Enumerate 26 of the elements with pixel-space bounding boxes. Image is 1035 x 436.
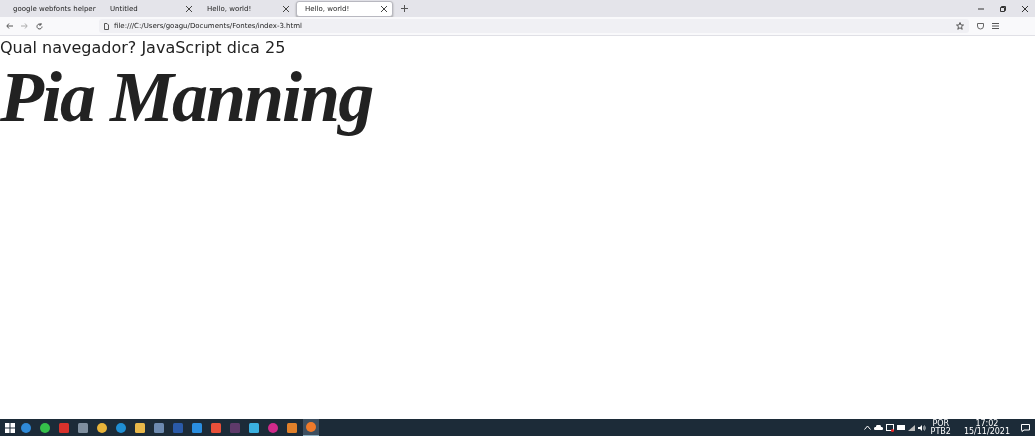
page-icon: [104, 22, 109, 30]
cloud-icon[interactable]: [873, 425, 883, 430]
windows-start-icon[interactable]: [5, 422, 15, 433]
back-icon[interactable]: [6, 23, 13, 29]
speaker-icon[interactable]: [917, 424, 926, 431]
close-icon[interactable]: [283, 5, 289, 12]
reload-icon[interactable]: [36, 22, 43, 30]
clock-date[interactable]: 15/11/2021: [963, 427, 1010, 436]
star-icon[interactable]: [956, 22, 964, 30]
close-icon[interactable]: [1022, 5, 1028, 12]
language-indicator[interactable]: POR: [932, 419, 950, 428]
restore-icon[interactable]: [1000, 5, 1006, 12]
monitor-icon[interactable]: [885, 423, 894, 432]
page-heading: Qual navegador? JavaScript dica 25: [0, 38, 287, 57]
notification-icon[interactable]: [1021, 423, 1030, 432]
shield-icon[interactable]: [977, 22, 984, 30]
battery-icon[interactable]: [896, 425, 905, 430]
clock-time[interactable]: 17:02: [975, 419, 999, 428]
chevron-up-icon[interactable]: [863, 425, 871, 430]
menu-icon[interactable]: [992, 23, 999, 29]
keyboard-layout[interactable]: PTB2: [930, 427, 951, 436]
new-tab-icon[interactable]: [401, 5, 408, 12]
minimize-icon[interactable]: [978, 5, 984, 12]
network-icon[interactable]: [907, 424, 915, 431]
close-icon[interactable]: [381, 5, 387, 12]
close-icon[interactable]: [186, 5, 192, 12]
